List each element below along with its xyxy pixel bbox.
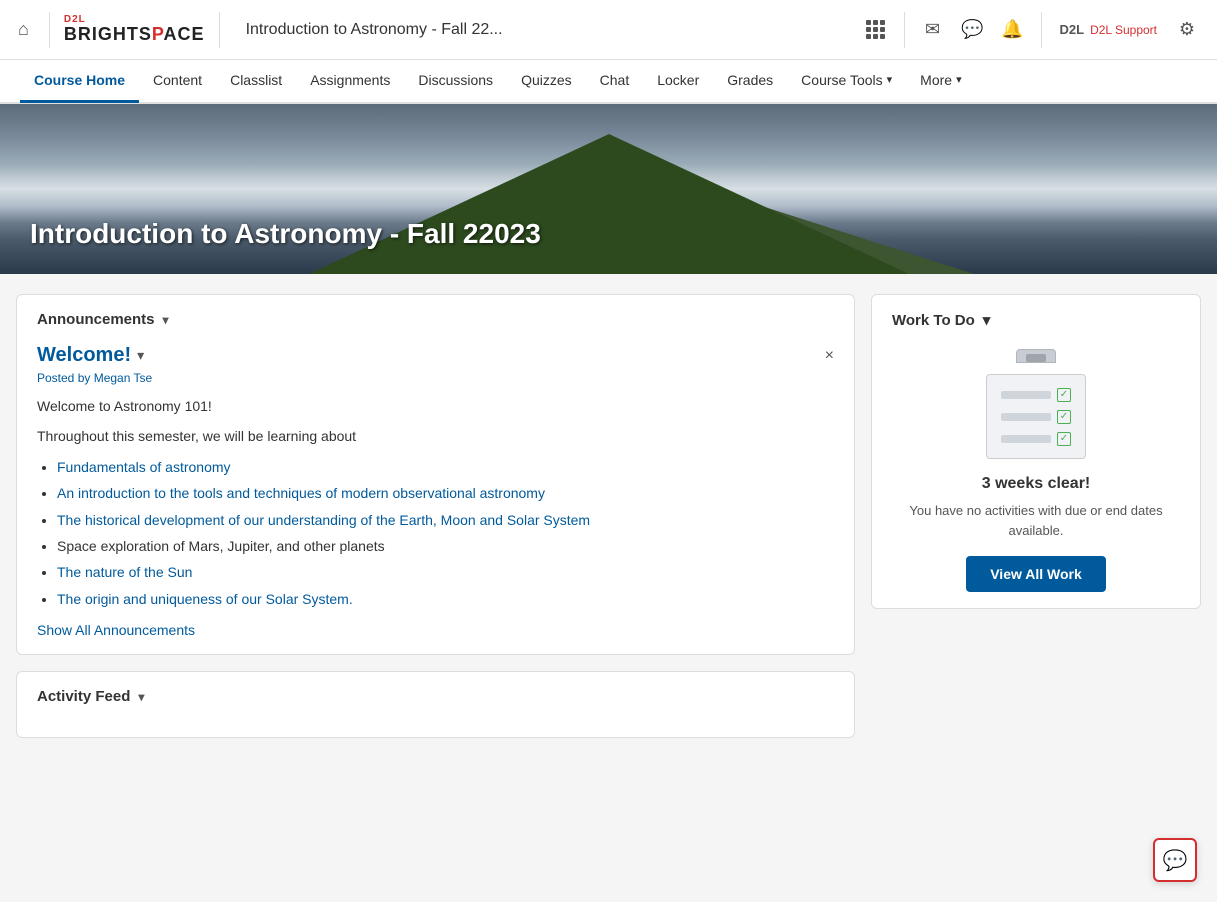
- bell-button[interactable]: 🔔: [995, 12, 1031, 48]
- hero-mountain-center: [309, 134, 909, 274]
- more-chevron-icon: ▾: [956, 73, 962, 86]
- check-icon-3: ✓: [1057, 432, 1071, 446]
- checklist-bar-1: [1001, 391, 1051, 399]
- nav-content[interactable]: Content: [139, 59, 216, 103]
- list-item: The nature of the Sun: [57, 561, 834, 583]
- course-tools-chevron-icon: ▾: [887, 73, 893, 86]
- announcement-intro-1: Welcome to Astronomy 101!: [37, 395, 834, 417]
- clipboard-top: [1016, 349, 1056, 363]
- home-icon[interactable]: ⌂: [12, 13, 35, 46]
- check-icon-1: ✓: [1057, 388, 1071, 402]
- activity-feed-label: Activity Feed: [37, 688, 130, 705]
- activity-feed-chevron-icon[interactable]: ▾: [138, 690, 144, 704]
- announcements-label: Announcements: [37, 311, 155, 328]
- list-item: Fundamentals of astronomy: [57, 456, 834, 478]
- bullet-link-5[interactable]: The nature of the Sun: [57, 564, 192, 580]
- check-icon-2: ✓: [1057, 410, 1071, 424]
- logo-area[interactable]: D2L BRIGHTSPACE: [64, 14, 205, 45]
- nav-quizzes[interactable]: Quizzes: [507, 59, 586, 103]
- announcements-header: Announcements ▾: [37, 311, 834, 328]
- chat-bubble-button[interactable]: 💬: [955, 12, 991, 48]
- work-status-title: 3 weeks clear!: [892, 475, 1180, 493]
- nav-chat[interactable]: Chat: [586, 59, 644, 103]
- work-to-do-chevron-icon[interactable]: ▾: [983, 311, 991, 329]
- floating-chat-button[interactable]: 💬: [1153, 838, 1197, 882]
- grid-icon: [866, 20, 885, 39]
- bullet-link-1[interactable]: Fundamentals of astronomy: [57, 459, 231, 475]
- d2l-logo-small: D2L: [1060, 22, 1085, 37]
- main-content: Announcements ▾ Welcome! ▾ × Posted by M…: [0, 274, 1217, 758]
- work-status-desc: You have no activities with due or end d…: [892, 501, 1180, 540]
- announcement-close-button[interactable]: ×: [825, 347, 834, 365]
- nav-course-tools[interactable]: Course Tools ▾: [787, 59, 906, 103]
- checklist-bar-3: [1001, 435, 1051, 443]
- bullet-link-3[interactable]: The historical development of our unders…: [57, 512, 590, 528]
- announcements-card: Announcements ▾ Welcome! ▾ × Posted by M…: [16, 294, 855, 655]
- announcement-posted-by: Posted by Megan Tse: [37, 371, 834, 385]
- divider-1: [49, 12, 50, 48]
- announcement-list: Fundamentals of astronomy An introductio…: [57, 456, 834, 610]
- d2l-support-area[interactable]: D2L D2L Support: [1052, 18, 1166, 41]
- announcement-title-row: Welcome! ▾ ×: [37, 344, 834, 367]
- announcement-intro-2: Throughout this semester, we will be lea…: [37, 425, 834, 447]
- grid-apps-button[interactable]: [858, 12, 894, 48]
- announcement-welcome-title[interactable]: Welcome!: [37, 344, 131, 367]
- settings-button[interactable]: ⚙: [1169, 12, 1205, 48]
- checklist-paper: ✓ ✓ ✓: [986, 374, 1086, 459]
- top-bar-icons: ✉ 💬 🔔 D2L D2L Support ⚙: [858, 12, 1206, 48]
- list-item: Space exploration of Mars, Jupiter, and …: [57, 535, 834, 557]
- announcements-chevron-icon[interactable]: ▾: [163, 313, 169, 327]
- d2l-support-text: D2L Support: [1090, 23, 1157, 37]
- divider-4: [1041, 12, 1042, 48]
- checklist-line-3: ✓: [1001, 432, 1071, 446]
- activity-feed-card: Activity Feed ▾: [16, 671, 855, 738]
- work-to-do-header: Work To Do ▾: [892, 311, 1180, 329]
- gear-icon: ⚙: [1179, 19, 1195, 40]
- nav-bar: Course Home Content Classlist Assignment…: [0, 60, 1217, 104]
- top-bar: ⌂ D2L BRIGHTSPACE Introduction to Astron…: [0, 0, 1217, 60]
- left-column: Announcements ▾ Welcome! ▾ × Posted by M…: [16, 294, 855, 738]
- checklist-line-2: ✓: [1001, 410, 1071, 424]
- show-all-announcements-link[interactable]: Show All Announcements: [37, 622, 834, 638]
- bullet-link-6[interactable]: The origin and uniqueness of our Solar S…: [57, 591, 353, 607]
- nav-course-home[interactable]: Course Home: [20, 59, 139, 103]
- nav-more[interactable]: More ▾: [906, 59, 975, 103]
- work-to-do-label: Work To Do: [892, 312, 975, 329]
- nav-classlist[interactable]: Classlist: [216, 59, 296, 103]
- email-button[interactable]: ✉: [915, 12, 951, 48]
- clipboard-clip: [1026, 354, 1046, 362]
- activity-feed-header: Activity Feed ▾: [37, 688, 834, 705]
- checklist-bar-2: [1001, 413, 1051, 421]
- work-to-do-card: Work To Do ▾ ✓ ✓: [871, 294, 1201, 609]
- list-item: An introduction to the tools and techniq…: [57, 482, 834, 504]
- bullet-link-2[interactable]: An introduction to the tools and techniq…: [57, 485, 545, 501]
- floating-chat-icon: 💬: [1163, 848, 1188, 873]
- right-column: Work To Do ▾ ✓ ✓: [871, 294, 1201, 738]
- nav-grades[interactable]: Grades: [713, 59, 787, 103]
- list-item: The origin and uniqueness of our Solar S…: [57, 588, 834, 610]
- checklist-line-1: ✓: [1001, 388, 1071, 402]
- welcome-chevron-icon[interactable]: ▾: [137, 347, 144, 364]
- view-all-work-button[interactable]: View All Work: [966, 556, 1106, 592]
- nav-course-tools-label: Course Tools: [801, 72, 882, 88]
- announcement-body: Welcome to Astronomy 101! Throughout thi…: [37, 395, 834, 610]
- nav-more-label: More: [920, 72, 952, 88]
- divider-3: [904, 12, 905, 48]
- divider-2: [219, 12, 220, 48]
- hero-banner: Introduction to Astronomy - Fall 22023: [0, 104, 1217, 274]
- nav-assignments[interactable]: Assignments: [296, 59, 404, 103]
- nav-locker[interactable]: Locker: [643, 59, 713, 103]
- checklist-illustration: ✓ ✓ ✓: [976, 349, 1096, 459]
- nav-discussions[interactable]: Discussions: [404, 59, 507, 103]
- hero-title: Introduction to Astronomy - Fall 22023: [30, 218, 541, 250]
- list-item: The historical development of our unders…: [57, 509, 834, 531]
- logo-brightspace-text: BRIGHTSPACE: [64, 25, 205, 45]
- course-title-top: Introduction to Astronomy - Fall 22...: [234, 21, 850, 39]
